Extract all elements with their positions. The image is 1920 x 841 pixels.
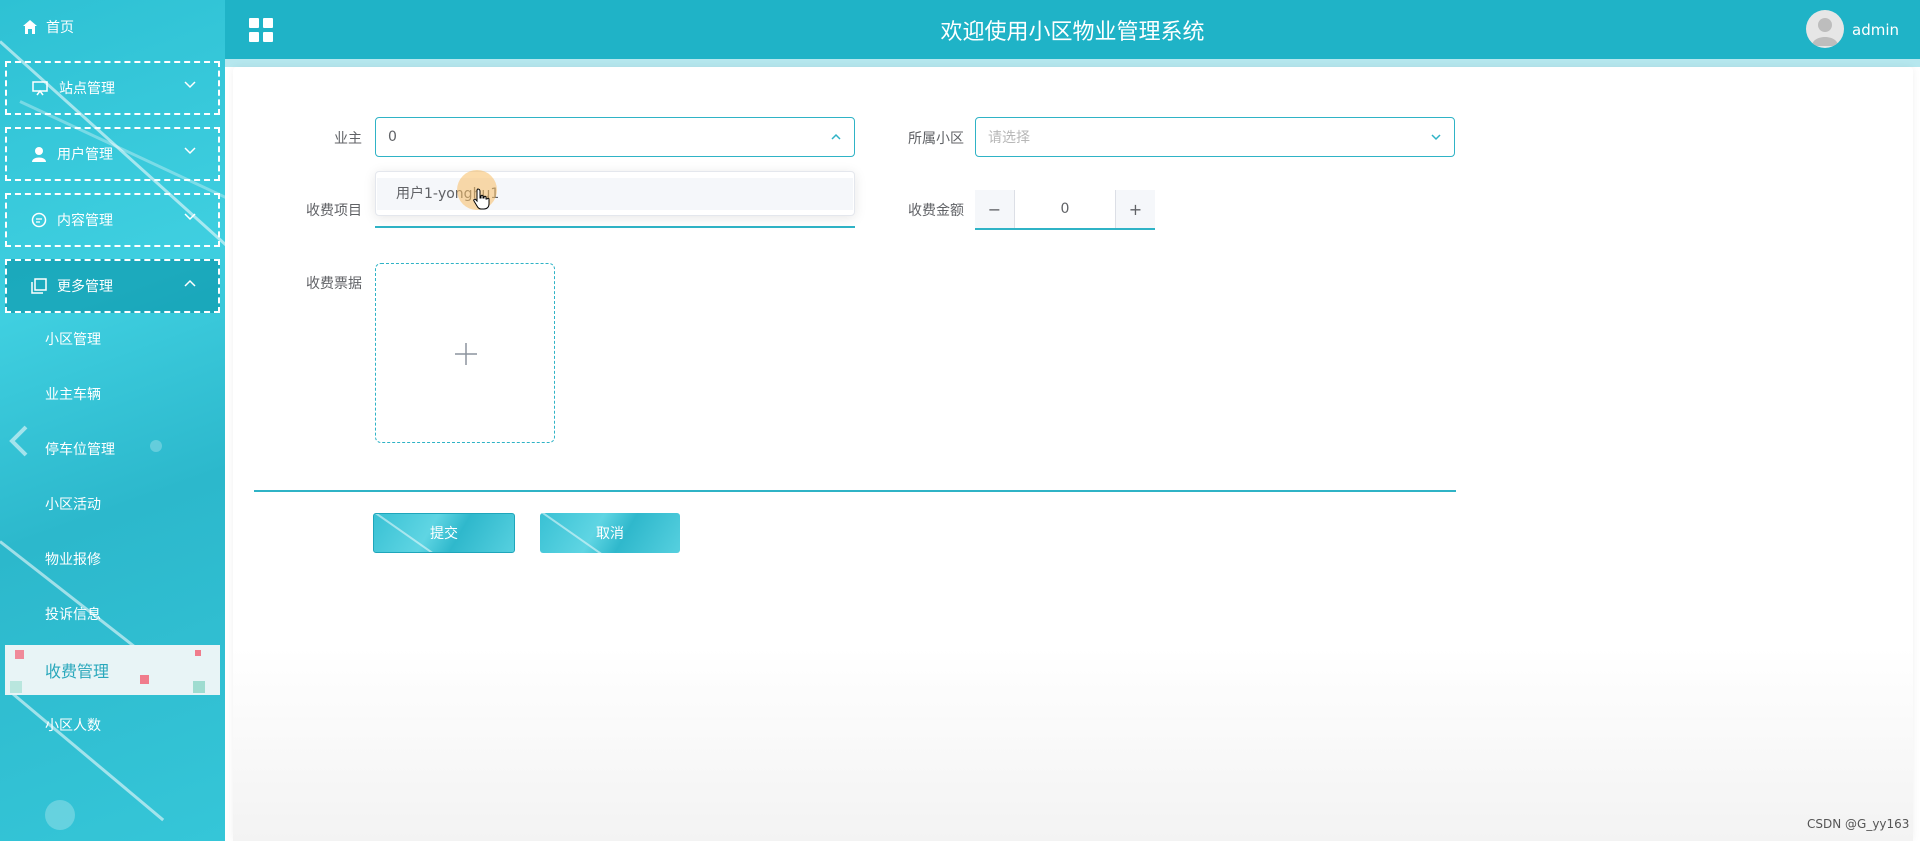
receipt-label: 收费票据 — [306, 276, 362, 292]
decor-confetti — [10, 681, 22, 693]
owner-select-value: 0 — [388, 129, 397, 145]
increment-button[interactable]: + — [1115, 190, 1155, 228]
sidebar-item-repairs[interactable]: 物业报修 — [45, 550, 101, 570]
plus-icon — [455, 343, 477, 365]
decor-bubble — [45, 800, 75, 830]
page-title: 欢迎使用小区物业管理系统 — [940, 20, 1205, 45]
community-select[interactable]: 请选择 — [975, 117, 1455, 157]
fee-amount-label: 收费金额 — [908, 203, 964, 219]
decor-glint — [374, 514, 438, 552]
fee-amount-stepper[interactable]: − 0 + — [975, 190, 1155, 230]
owner-label: 业主 — [334, 131, 362, 147]
menu-group-label: 站点管理 — [59, 81, 115, 97]
sidebar: 首页 站点管理 用户管理 内容管理 更多管理 小区管理 业主车辆 停车位管理 小… — [0, 0, 225, 841]
sidebar-item-home[interactable]: 首页 — [22, 16, 74, 38]
watermark: CSDN @G_yy163 — [1807, 817, 1910, 831]
sidebar-item-fees[interactable]: 收费管理 — [5, 645, 220, 695]
chevron-down-icon — [184, 81, 196, 89]
menu-group-label: 用户管理 — [57, 147, 113, 163]
community-placeholder: 请选择 — [988, 130, 1030, 146]
sidebar-item-community[interactable]: 小区管理 — [45, 330, 101, 350]
sidebar-item-vehicles[interactable]: 业主车辆 — [45, 385, 101, 405]
header-underline — [225, 59, 1920, 67]
chevron-up-icon — [184, 279, 196, 287]
menu-group-label: 内容管理 — [57, 213, 113, 229]
sidebar-item-parking[interactable]: 停车位管理 — [45, 440, 115, 460]
chevron-down-icon — [184, 213, 196, 221]
decor-confetti — [15, 650, 24, 659]
collapse-arrow-icon[interactable] — [8, 425, 28, 457]
avatar[interactable] — [1806, 10, 1844, 48]
decor-bubble — [150, 440, 162, 452]
decrement-button[interactable]: − — [975, 190, 1015, 228]
menu-group-users[interactable]: 用户管理 — [5, 127, 220, 181]
sidebar-home-label: 首页 — [46, 20, 74, 36]
decor-confetti — [140, 675, 149, 684]
sidebar-item-population[interactable]: 小区人数 — [45, 716, 101, 736]
home-icon — [23, 20, 37, 34]
decor-glint — [540, 513, 604, 553]
submit-label: 提交 — [430, 526, 458, 542]
owner-select[interactable]: 0 — [375, 117, 855, 157]
menu-group-label: 更多管理 — [57, 279, 113, 295]
form-divider — [254, 490, 1456, 492]
fee-amount-value[interactable]: 0 — [1015, 190, 1115, 228]
chevron-up-icon — [831, 133, 841, 140]
sidebar-item-label: 收费管理 — [45, 662, 110, 681]
submit-button[interactable]: 提交 — [373, 513, 515, 553]
hand-cursor-icon — [473, 188, 490, 210]
fee-item-input[interactable] — [375, 226, 855, 228]
username[interactable]: admin — [1852, 21, 1899, 39]
fee-item-label: 收费项目 — [306, 203, 362, 219]
decor-confetti — [193, 681, 205, 693]
dropdown-option[interactable]: 用户1-yonghu1 — [377, 178, 853, 210]
decor-confetti — [195, 650, 201, 656]
sidebar-item-activities[interactable]: 小区活动 — [45, 495, 101, 515]
menu-group-content[interactable]: 内容管理 — [5, 193, 220, 247]
chat-icon — [31, 212, 47, 228]
chevron-down-icon — [1431, 134, 1441, 141]
owner-dropdown: 用户1-yonghu1 — [375, 171, 855, 216]
community-label: 所属小区 — [908, 131, 964, 147]
menu-group-site[interactable]: 站点管理 — [5, 61, 220, 115]
user-avatar-icon — [1812, 18, 1838, 46]
panel-fade — [233, 647, 1913, 841]
cancel-button[interactable]: 取消 — [540, 513, 680, 553]
menu-group-more[interactable]: 更多管理 — [5, 259, 220, 313]
copy-icon — [31, 278, 47, 294]
chevron-down-icon — [184, 147, 196, 155]
top-header: 欢迎使用小区物业管理系统 admin — [225, 0, 1920, 67]
sidebar-item-complaints[interactable]: 投诉信息 — [45, 605, 101, 625]
cancel-label: 取消 — [596, 526, 624, 542]
user-icon — [32, 147, 46, 162]
receipt-upload[interactable] — [375, 263, 555, 443]
monitor-icon — [32, 81, 48, 96]
decor-streak — [9, 690, 165, 822]
